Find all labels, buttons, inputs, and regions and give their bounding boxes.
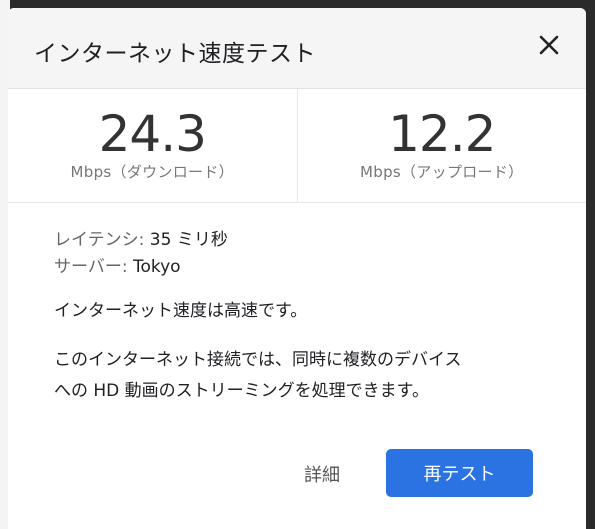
server-key: サーバー: bbox=[54, 257, 128, 277]
dialog-footer: 詳細 再テスト bbox=[8, 448, 586, 498]
retest-button[interactable]: 再テスト bbox=[386, 449, 533, 497]
speed-status: インターネット速度は高速です。 bbox=[54, 301, 308, 321]
description-line-1: このインターネット接続では、同時に複数のデバイス bbox=[54, 350, 462, 370]
latency-key: レイテンシ: bbox=[54, 230, 145, 250]
description-line-2: への HD 動画のストリーミングを処理できます。 bbox=[54, 381, 429, 401]
latency-row: レイテンシ: 35 ミリ秒 bbox=[54, 227, 586, 254]
download-result: 24.3 Mbps（ダウンロード） bbox=[8, 89, 297, 202]
close-icon bbox=[539, 35, 559, 55]
speed-test-dialog: インターネット速度テスト 24.3 Mbps（ダウンロード） 12.2 Mbps… bbox=[8, 8, 586, 529]
upload-speed-value: 12.2 bbox=[388, 105, 496, 163]
close-button[interactable] bbox=[538, 34, 560, 56]
server-row: サーバー: Tokyo bbox=[54, 254, 586, 281]
upload-speed-label: Mbps（アップロード） bbox=[360, 163, 524, 181]
server-value: Tokyo bbox=[132, 257, 181, 277]
dialog-title: インターネット速度テスト bbox=[34, 41, 316, 67]
upload-result: 12.2 Mbps（アップロード） bbox=[296, 89, 587, 202]
latency-value: 35 ミリ秒 bbox=[149, 230, 228, 250]
details-button[interactable]: 詳細 bbox=[304, 461, 340, 487]
test-details: レイテンシ: 35 ミリ秒 サーバー: Tokyo インターネット速度は高速です… bbox=[8, 203, 586, 407]
download-speed-label: Mbps（ダウンロード） bbox=[70, 163, 234, 181]
download-speed-value: 24.3 bbox=[98, 105, 207, 163]
speed-description: このインターネット接続では、同時に複数のデバイス への HD 動画のストリーミン… bbox=[54, 345, 586, 407]
speed-results: 24.3 Mbps（ダウンロード） 12.2 Mbps（アップロード） bbox=[8, 89, 586, 203]
dialog-header: インターネット速度テスト bbox=[8, 8, 586, 89]
